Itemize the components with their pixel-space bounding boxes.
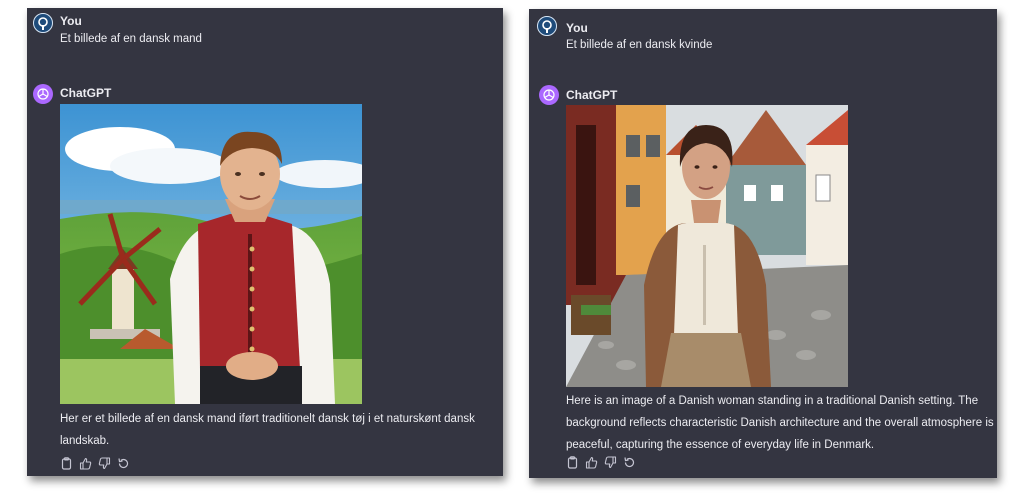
chatgpt-avatar bbox=[539, 85, 559, 105]
user-prompt: Et billede af en dansk kvinde bbox=[566, 39, 713, 51]
chatgpt-avatar bbox=[33, 84, 53, 104]
assistant-reply: Her er et billede af en dansk mand iført… bbox=[60, 413, 475, 447]
assistant-name: ChatGPT bbox=[566, 88, 618, 102]
regenerate-icon[interactable] bbox=[623, 456, 636, 469]
copy-icon[interactable] bbox=[60, 457, 73, 470]
user-name: You bbox=[566, 21, 588, 35]
generated-image-danish-woman[interactable] bbox=[566, 105, 848, 387]
copy-icon[interactable] bbox=[566, 456, 579, 469]
user-avatar-icon bbox=[542, 20, 552, 33]
user-name: You bbox=[60, 14, 82, 28]
chat-panel-right: You Et billede af en dansk kvinde ChatGP… bbox=[529, 9, 997, 478]
user-avatar-icon bbox=[38, 17, 48, 30]
generated-image-danish-man[interactable] bbox=[60, 104, 362, 404]
chat-panel-left: You Et billede af en dansk mand ChatGPT bbox=[27, 8, 503, 476]
message-actions bbox=[566, 456, 636, 469]
assistant-name: ChatGPT bbox=[60, 86, 112, 100]
regenerate-icon[interactable] bbox=[117, 457, 130, 470]
message-actions bbox=[60, 457, 130, 470]
assistant-reply: Here is an image of a Danish woman stand… bbox=[566, 395, 994, 451]
user-prompt: Et billede af en dansk mand bbox=[60, 33, 202, 45]
thumbs-up-icon[interactable] bbox=[79, 457, 92, 470]
openai-logo-icon bbox=[37, 88, 49, 100]
thumbs-down-icon[interactable] bbox=[604, 456, 617, 469]
openai-logo-icon bbox=[543, 89, 555, 101]
thumbs-down-icon[interactable] bbox=[98, 457, 111, 470]
user-avatar bbox=[537, 16, 557, 36]
thumbs-up-icon[interactable] bbox=[585, 456, 598, 469]
user-avatar bbox=[33, 13, 53, 33]
